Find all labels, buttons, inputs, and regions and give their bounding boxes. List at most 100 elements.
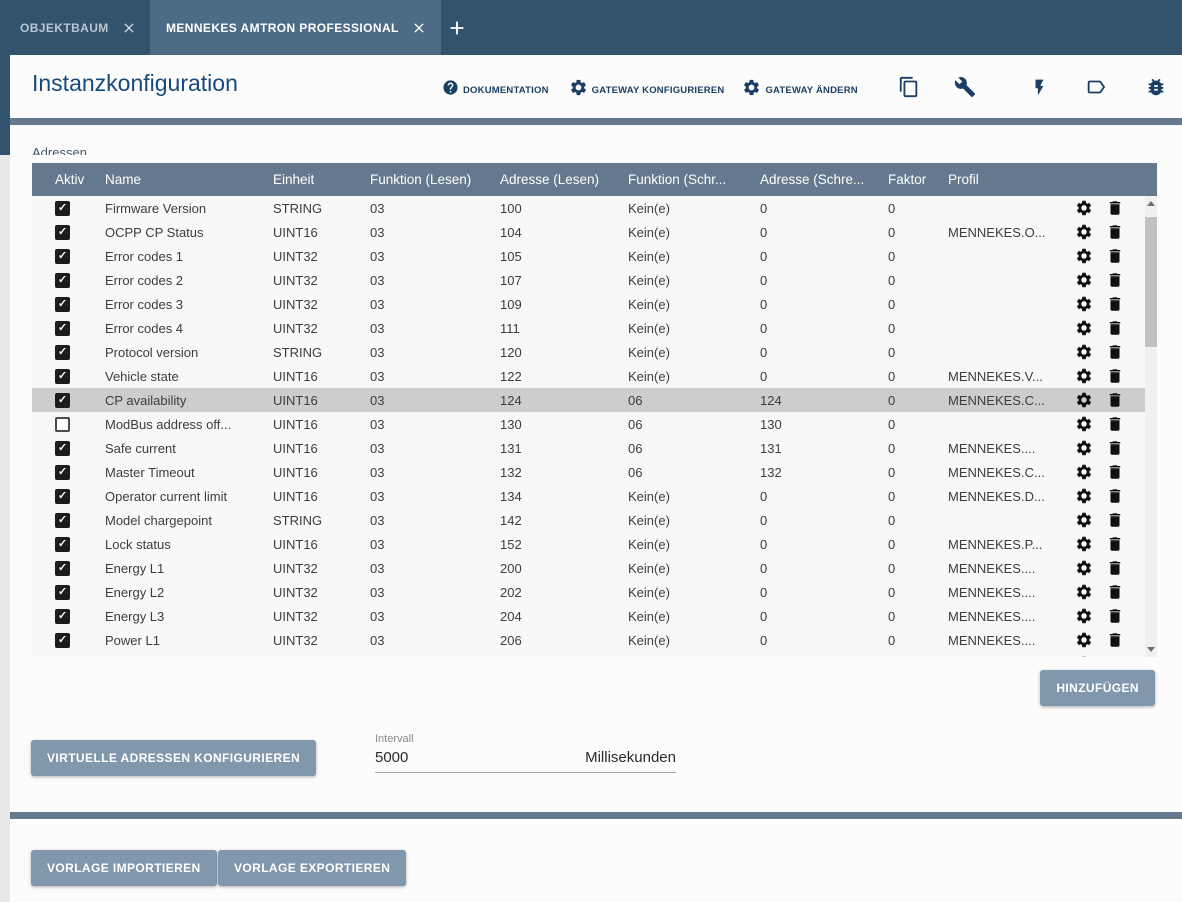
documentation-button[interactable]: DOKUMENTATION <box>442 79 549 96</box>
table-row-partial[interactable] <box>32 652 1145 657</box>
delete-icon[interactable] <box>1106 391 1124 409</box>
row-checkbox[interactable] <box>55 225 70 240</box>
settings-icon[interactable] <box>1075 367 1093 385</box>
vorlage-importieren-button[interactable]: VORLAGE IMPORTIEREN <box>31 850 217 886</box>
row-checkbox[interactable] <box>55 585 70 600</box>
settings-icon[interactable] <box>1075 199 1093 217</box>
close-icon[interactable] <box>411 20 427 36</box>
table-row[interactable]: Safe current UINT16 03 131 06 131 0 MENN… <box>32 436 1145 460</box>
row-checkbox[interactable] <box>55 441 70 456</box>
table-row[interactable]: Energy L2 UINT32 03 202 Kein(e) 0 0 MENN… <box>32 580 1145 604</box>
scrollbar-thumb[interactable] <box>1145 217 1157 347</box>
table-row[interactable]: Error codes 1 UINT32 03 105 Kein(e) 0 0 <box>32 244 1145 268</box>
row-checkbox[interactable] <box>55 513 70 528</box>
settings-icon[interactable] <box>1075 391 1093 409</box>
table-row[interactable]: OCPP CP Status UINT16 03 104 Kein(e) 0 0… <box>32 220 1145 244</box>
table-row[interactable]: Energy L1 UINT32 03 200 Kein(e) 0 0 MENN… <box>32 556 1145 580</box>
settings-icon[interactable] <box>1075 343 1093 361</box>
interval-input[interactable]: 5000 <box>375 749 408 766</box>
delete-icon[interactable] <box>1106 439 1124 457</box>
row-checkbox[interactable] <box>55 249 70 264</box>
power-button[interactable] <box>1030 78 1049 97</box>
row-checkbox[interactable] <box>55 273 70 288</box>
delete-icon[interactable] <box>1106 247 1124 265</box>
settings-icon[interactable] <box>1075 295 1093 313</box>
table-row[interactable]: ModBus address off... UINT16 03 130 06 1… <box>32 412 1145 436</box>
table-row[interactable]: Operator current limit UINT16 03 134 Kei… <box>32 484 1145 508</box>
wrench-button[interactable] <box>954 76 976 98</box>
delete-icon[interactable] <box>1106 199 1124 217</box>
tab-objektbaum[interactable]: OBJEKTBAUM <box>0 0 150 55</box>
row-checkbox[interactable] <box>55 393 70 408</box>
scrollbar-down-arrow[interactable] <box>1147 647 1155 652</box>
scrollbar-up-arrow[interactable] <box>1147 201 1155 206</box>
table-row[interactable]: Vehicle state UINT16 03 122 Kein(e) 0 0 … <box>32 364 1145 388</box>
settings-icon[interactable] <box>1075 439 1093 457</box>
delete-icon[interactable] <box>1106 535 1124 553</box>
delete-icon[interactable] <box>1106 511 1124 529</box>
delete-icon[interactable] <box>1106 607 1124 625</box>
row-checkbox[interactable] <box>55 345 70 360</box>
table-row[interactable]: Protocol version STRING 03 120 Kein(e) 0… <box>32 340 1145 364</box>
row-checkbox[interactable] <box>55 201 70 216</box>
row-checkbox[interactable] <box>55 465 70 480</box>
table-row[interactable]: Power L1 UINT32 03 206 Kein(e) 0 0 MENNE… <box>32 628 1145 652</box>
delete-icon[interactable] <box>1106 559 1124 577</box>
delete-icon[interactable] <box>1106 583 1124 601</box>
row-checkbox[interactable] <box>55 561 70 576</box>
settings-icon[interactable] <box>1075 655 1093 657</box>
table-row[interactable]: Error codes 4 UINT32 03 111 Kein(e) 0 0 <box>32 316 1145 340</box>
row-checkbox[interactable] <box>55 489 70 504</box>
delete-icon[interactable] <box>1106 631 1124 649</box>
table-row[interactable]: Master Timeout UINT16 03 132 06 132 0 ME… <box>32 460 1145 484</box>
settings-icon[interactable] <box>1075 511 1093 529</box>
settings-icon[interactable] <box>1075 271 1093 289</box>
settings-icon[interactable] <box>1075 463 1093 481</box>
table-scrollbar[interactable] <box>1145 196 1157 657</box>
gateway-konfigurieren-button[interactable]: GATEWAY KONFIGURIEREN <box>569 78 725 97</box>
settings-icon[interactable] <box>1075 535 1093 553</box>
tag-button[interactable] <box>1085 76 1107 98</box>
settings-icon[interactable] <box>1075 583 1093 601</box>
row-checkbox[interactable] <box>55 297 70 312</box>
table-row[interactable]: Lock status UINT16 03 152 Kein(e) 0 0 ME… <box>32 532 1145 556</box>
delete-icon[interactable] <box>1106 463 1124 481</box>
row-checkbox[interactable] <box>55 633 70 648</box>
settings-icon[interactable] <box>1075 415 1093 433</box>
tab-mennekes-amtron-professional[interactable]: MENNEKES AMTRON PROFESSIONAL <box>150 0 441 55</box>
row-checkbox[interactable] <box>55 321 70 336</box>
settings-icon[interactable] <box>1075 607 1093 625</box>
delete-icon[interactable] <box>1106 655 1124 657</box>
gateway-aendern-button[interactable]: GATEWAY ÄNDERN <box>742 78 857 97</box>
row-checkbox[interactable] <box>55 417 70 432</box>
row-checkbox[interactable] <box>55 537 70 552</box>
delete-icon[interactable] <box>1106 343 1124 361</box>
settings-icon[interactable] <box>1075 631 1093 649</box>
delete-icon[interactable] <box>1106 271 1124 289</box>
delete-icon[interactable] <box>1106 295 1124 313</box>
settings-icon[interactable] <box>1075 319 1093 337</box>
delete-icon[interactable] <box>1106 319 1124 337</box>
close-icon[interactable] <box>121 20 137 36</box>
delete-icon[interactable] <box>1106 223 1124 241</box>
delete-icon[interactable] <box>1106 415 1124 433</box>
row-checkbox[interactable] <box>55 609 70 624</box>
delete-icon[interactable] <box>1106 487 1124 505</box>
delete-icon[interactable] <box>1106 367 1124 385</box>
table-row[interactable]: Firmware Version STRING 03 100 Kein(e) 0… <box>32 196 1145 220</box>
copy-button[interactable] <box>898 76 920 98</box>
debug-button[interactable] <box>1145 76 1167 98</box>
add-tab-button[interactable] <box>446 17 468 39</box>
row-checkbox[interactable] <box>55 369 70 384</box>
vorlage-exportieren-button[interactable]: VORLAGE EXPORTIEREN <box>218 850 406 886</box>
hinzufuegen-button[interactable]: HINZUFÜGEN <box>1040 670 1155 706</box>
virtuelle-adressen-konfigurieren-button[interactable]: VIRTUELLE ADRESSEN KONFIGURIEREN <box>31 740 316 776</box>
table-row[interactable]: Error codes 2 UINT32 03 107 Kein(e) 0 0 <box>32 268 1145 292</box>
table-row[interactable]: CP availability UINT16 03 124 06 124 0 M… <box>32 388 1145 412</box>
table-row[interactable]: Error codes 3 UINT32 03 109 Kein(e) 0 0 <box>32 292 1145 316</box>
table-row[interactable]: Model chargepoint STRING 03 142 Kein(e) … <box>32 508 1145 532</box>
settings-icon[interactable] <box>1075 559 1093 577</box>
settings-icon[interactable] <box>1075 223 1093 241</box>
settings-icon[interactable] <box>1075 487 1093 505</box>
settings-icon[interactable] <box>1075 247 1093 265</box>
